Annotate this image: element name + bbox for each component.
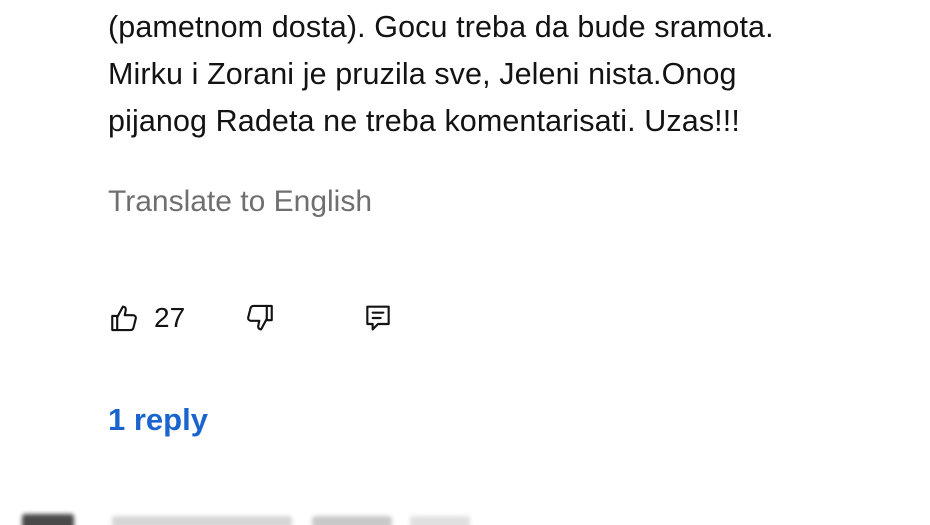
view-replies-button[interactable]: 1 reply	[108, 398, 208, 442]
thumbs-up-icon	[108, 301, 142, 335]
like-button[interactable]: 27	[108, 296, 185, 340]
dislike-button[interactable]	[242, 296, 276, 340]
comment-reply-icon	[362, 301, 394, 335]
comment-text-line: (pametnom dosta). Gocu treba da bude sra…	[108, 10, 774, 44]
blurred-username	[410, 516, 470, 525]
comment-text-line: Mirku i Zorani je pruzila sve, Jeleni ni…	[108, 57, 737, 91]
avatar	[22, 514, 74, 525]
comment-thread: (pametnom dosta). Gocu treba da bude sra…	[0, 0, 930, 525]
comment-text: (pametnom dosta). Gocu treba da bude sra…	[108, 4, 908, 145]
blurred-username	[112, 516, 292, 525]
thumbs-down-icon	[242, 301, 276, 335]
translate-button[interactable]: Translate to English	[108, 182, 372, 222]
reply-button[interactable]	[362, 296, 394, 340]
next-comment-preview	[0, 510, 930, 525]
comment-text-line: pijanog Radeta ne treba komentarisati. U…	[108, 104, 740, 138]
comment-action-bar: 27	[108, 296, 508, 340]
blurred-username	[312, 516, 392, 525]
like-count: 27	[154, 302, 186, 333]
